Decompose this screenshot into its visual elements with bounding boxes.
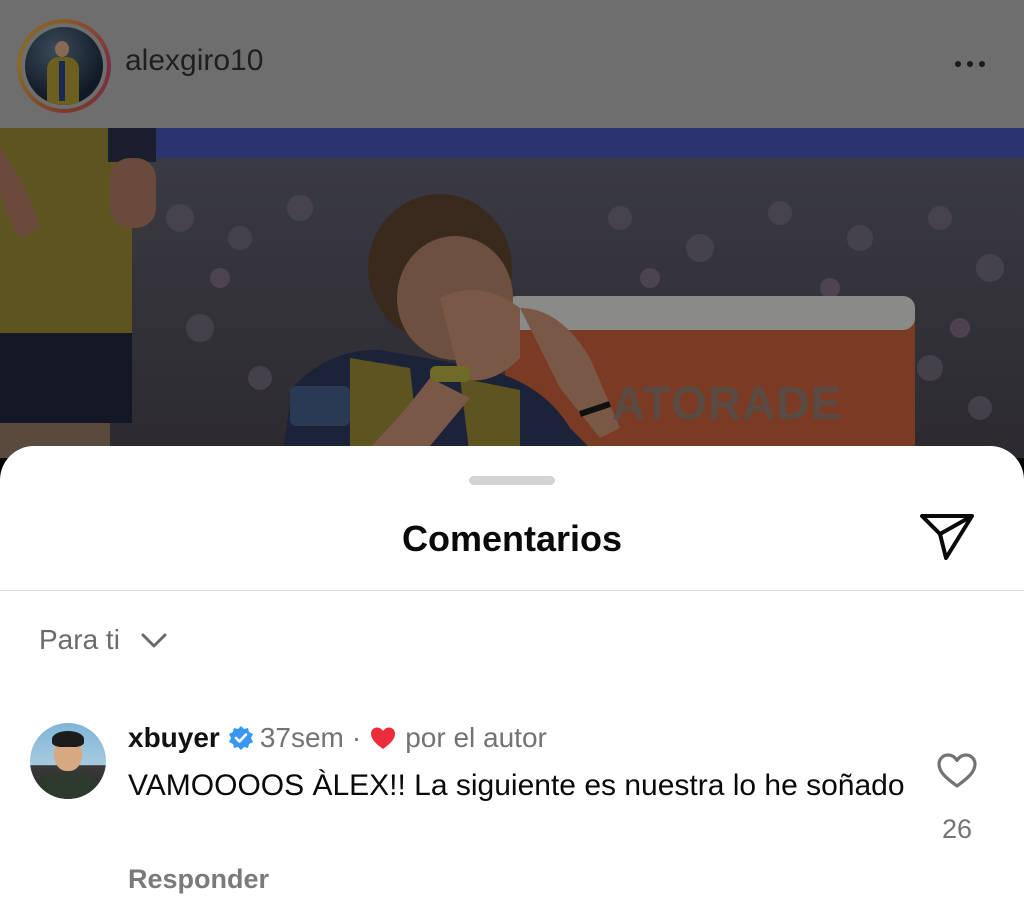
post-header: alexgiro10	[0, 0, 1024, 128]
cooler-logo-text: ATORADE	[612, 377, 843, 429]
liked-by-author-text: por el autor	[405, 722, 547, 753]
reply-button[interactable]: Responder	[128, 864, 269, 895]
comment-username[interactable]: xbuyer	[128, 722, 220, 754]
verified-badge-icon	[228, 726, 253, 750]
heart-outline-icon[interactable]	[936, 752, 978, 790]
sheet-title: Comentarios	[401, 518, 623, 559]
comment-text: VAMOOOOS ÀLEX!! La siguiente es nuestra …	[128, 769, 905, 802]
divider	[0, 590, 1024, 591]
comment-filter-dropdown[interactable]: Para ti	[39, 624, 168, 656]
post-username[interactable]: alexgiro10	[125, 44, 263, 78]
red-heart-icon	[371, 727, 396, 749]
drag-handle[interactable]	[469, 476, 555, 485]
like-count: 26	[941, 814, 973, 844]
send-icon[interactable]	[918, 512, 976, 562]
avatar-image	[25, 27, 103, 105]
comment-meta: xbuyer 37sem · por el autor	[128, 722, 547, 754]
post-author-avatar[interactable]	[17, 19, 111, 113]
comment-timestamp: 37sem	[259, 722, 344, 753]
more-options-icon[interactable]	[950, 56, 990, 72]
chevron-down-icon	[141, 633, 167, 648]
comments-sheet: Comentarios Para ti xbuyer 37sem · por e…	[0, 446, 1024, 922]
post-photo: ATORADE	[0, 128, 1024, 458]
commenter-avatar[interactable]	[30, 723, 106, 799]
filter-label: Para ti	[39, 624, 120, 655]
post-photo-illustration	[0, 128, 1024, 458]
meta-separator: ·	[351, 722, 362, 753]
